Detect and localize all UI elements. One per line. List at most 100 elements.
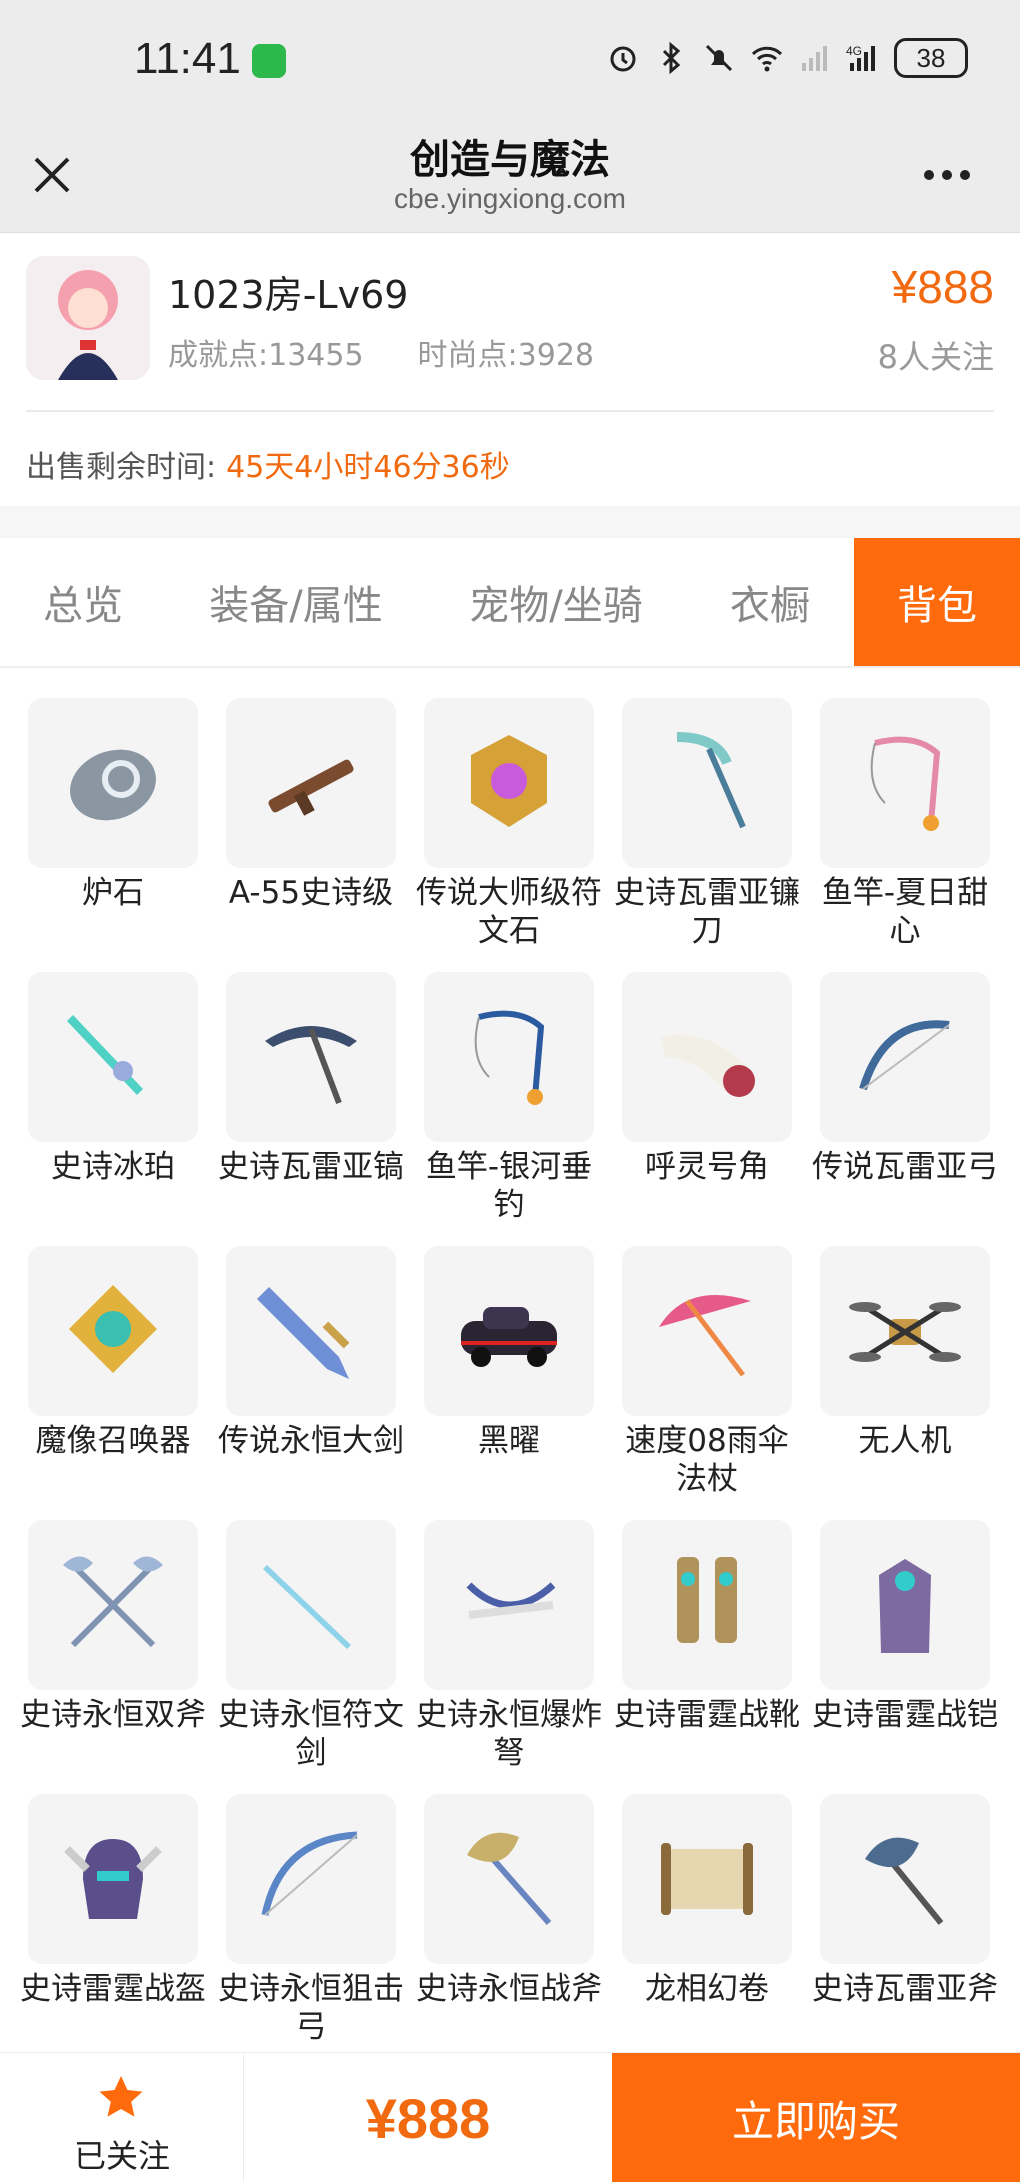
summoner-icon	[28, 1246, 198, 1416]
backpack-item[interactable]: 史诗瓦雷亚镰刀	[608, 698, 806, 950]
item-label: 史诗永恒狙击弓	[218, 1971, 404, 2045]
more-options-icon[interactable]	[924, 165, 980, 185]
buy-now-button[interactable]: 立即购买	[612, 2053, 1020, 2182]
backpack-item[interactable]: 史诗瓦雷亚镐	[212, 972, 410, 1186]
bottom-bar: 已关注 ¥888 立即购买	[0, 2052, 1020, 2182]
axe-icon	[820, 1794, 990, 1964]
section-gap	[0, 506, 1020, 538]
backpack-item[interactable]: 魔像召唤器	[14, 1246, 212, 1460]
backpack-item[interactable]: 史诗瓦雷亚斧	[806, 1794, 1004, 2008]
item-label: 炉石	[82, 875, 144, 911]
fashion-points: 时尚点:3928	[417, 338, 595, 373]
backpack-item[interactable]: 传说大师级符文石	[410, 698, 608, 950]
alarm-icon	[610, 46, 636, 72]
umbrella-icon	[622, 1246, 792, 1416]
item-label: 魔像召唤器	[35, 1423, 191, 1459]
backpack-item[interactable]: 炉石	[14, 698, 212, 912]
item-label: 史诗永恒爆炸弩	[416, 1697, 602, 1771]
item-label: 鱼竿-银河垂钓	[425, 1149, 593, 1223]
item-label: 传说永恒大剑	[218, 1423, 404, 1459]
crossbow-icon	[424, 1520, 594, 1690]
item-label: 史诗瓦雷亚镰刀	[614, 875, 800, 949]
backpack-item[interactable]: 史诗雷霆战铠	[806, 1520, 1004, 1734]
achievement-points: 成就点:13455	[168, 338, 364, 373]
status-time: 11:41	[134, 34, 241, 83]
battery-indicator: 38	[894, 38, 968, 78]
backpack-item[interactable]: 传说瓦雷亚弓	[806, 972, 1004, 1186]
tab-backpack[interactable]: 背包	[854, 538, 1020, 666]
svg-text:4G: 4G	[846, 44, 862, 58]
horn-icon	[622, 972, 792, 1142]
mute-icon	[705, 44, 733, 72]
tab-wardrobe[interactable]: 衣橱	[686, 538, 854, 666]
timer-label: 出售剩余时间:	[26, 450, 217, 485]
backpack-item[interactable]: 史诗雷霆战盔	[14, 1794, 212, 2008]
tab-bar: 总览 装备/属性 宠物/坐骑 衣橱 背包	[0, 538, 1020, 668]
backpack-item[interactable]: 鱼竿-银河垂钓	[410, 972, 608, 1224]
helmet-icon	[28, 1794, 198, 1964]
backpack-item[interactable]: 史诗永恒爆炸弩	[410, 1520, 608, 1772]
item-label: 史诗雷霆战靴	[614, 1697, 800, 1733]
backpack-item[interactable]: 史诗永恒符文剑	[212, 1520, 410, 1772]
car-icon	[424, 1246, 594, 1416]
wifi-icon	[751, 46, 783, 72]
backpack-item[interactable]: 史诗永恒双斧	[14, 1520, 212, 1734]
star-icon	[99, 2076, 143, 2117]
backpack-item[interactable]: 史诗雷霆战靴	[608, 1520, 806, 1734]
backpack-item[interactable]: 呼灵号角	[608, 972, 806, 1186]
rune-sword-icon	[226, 1520, 396, 1690]
backpack-item[interactable]: 龙相幻卷	[608, 1794, 806, 2008]
scythe-icon	[622, 698, 792, 868]
page-url: cbe.yingxiong.com	[394, 183, 626, 214]
signal-icon	[802, 46, 827, 71]
item-label: 史诗瓦雷亚斧	[812, 1971, 998, 2007]
fishing-rod-icon	[820, 698, 990, 868]
signal-4g-icon: 4G	[846, 44, 875, 71]
backpack-item[interactable]: 史诗永恒战斧	[410, 1794, 608, 2008]
boots-icon	[622, 1520, 792, 1690]
rune-stone-icon	[424, 698, 594, 868]
follower-count: 8人关注	[877, 338, 994, 376]
app-notification-icon	[252, 44, 286, 78]
tab-pets[interactable]: 宠物/坐骑	[426, 538, 686, 666]
item-label: 史诗永恒符文剑	[218, 1697, 404, 1771]
item-label: 鱼竿-夏日甜心	[821, 875, 989, 949]
item-label: 黑曜	[478, 1423, 540, 1459]
divider	[26, 410, 994, 412]
fishing-rod-icon	[424, 972, 594, 1142]
product-price: ¥888	[891, 261, 994, 313]
stone-icon	[28, 698, 198, 868]
pickaxe-icon	[226, 972, 396, 1142]
backpack-item[interactable]: 传说永恒大剑	[212, 1246, 410, 1460]
item-label: 龙相幻卷	[645, 1971, 769, 2007]
backpack-item[interactable]: 史诗永恒狙击弓	[212, 1794, 410, 2046]
tab-overview[interactable]: 总览	[0, 538, 166, 666]
backpack-item[interactable]: A-55史诗级	[212, 698, 410, 912]
armor-icon	[820, 1520, 990, 1690]
sale-timer: 出售剩余时间: 45天4小时46分36秒	[26, 442, 510, 486]
item-label: 史诗雷霆战铠	[812, 1697, 998, 1733]
backpack-item[interactable]: 无人机	[806, 1246, 1004, 1460]
backpack-item[interactable]: 鱼竿-夏日甜心	[806, 698, 1004, 950]
status-bar: 11:41 4G 38	[0, 0, 1020, 115]
page-title: 创造与魔法	[410, 137, 610, 183]
backpack-grid: 炉石 A-55史诗级 传说大师级符文石 史诗瓦雷亚镰刀 鱼竿-夏日甜心 史诗冰珀 史诗瓦雷亚…	[0, 668, 1020, 2048]
bottom-price: ¥888	[365, 2086, 491, 2150]
status-icons: 4G 38	[606, 38, 968, 78]
product-header: 1023房-Lv69 成就点:13455 时尚点:3928 ¥888 8人关注 …	[0, 234, 1020, 506]
backpack-item[interactable]: 黑曜	[410, 1246, 608, 1460]
item-label: 史诗永恒双斧	[20, 1697, 206, 1733]
item-label: 速度08雨伞法杖	[625, 1423, 789, 1497]
backpack-item[interactable]: 史诗冰珀	[14, 972, 212, 1186]
drone-icon	[820, 1246, 990, 1416]
backpack-item[interactable]: 速度08雨伞法杖	[608, 1246, 806, 1498]
character-avatar	[26, 256, 150, 380]
item-label: 史诗永恒战斧	[416, 1971, 602, 2007]
item-label: 传说大师级符文石	[416, 875, 602, 949]
sniper-bow-icon	[226, 1794, 396, 1964]
item-label: 史诗瓦雷亚镐	[218, 1149, 404, 1185]
bluetooth-icon	[662, 41, 681, 75]
follow-button[interactable]: 已关注	[0, 2053, 244, 2182]
tab-equipment[interactable]: 装备/属性	[166, 538, 426, 666]
item-label: 史诗雷霆战盔	[20, 1971, 206, 2007]
